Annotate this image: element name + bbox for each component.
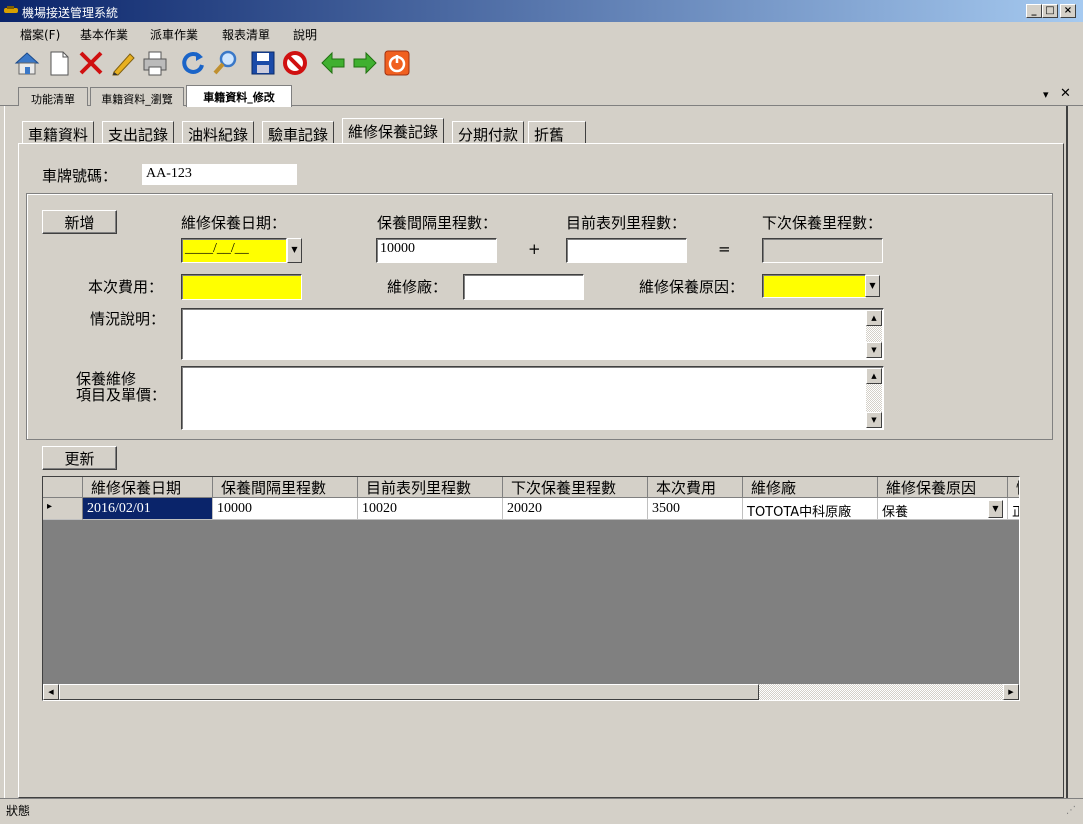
power-icon[interactable] — [382, 48, 412, 78]
save-icon[interactable] — [248, 48, 278, 78]
scroll-down-icon[interactable]: ▼ — [866, 412, 882, 428]
scroll-up-icon[interactable]: ▲ — [866, 368, 882, 384]
column-header[interactable]: 維修保養日期 — [83, 477, 213, 498]
next-mileage-label: 下次保養里程數： — [762, 214, 883, 232]
tab-expense-records[interactable]: 支出記錄 — [102, 121, 175, 144]
tab-function-list[interactable]: 功能清單 — [18, 87, 88, 106]
grid-horizontal-scrollbar[interactable]: ◀ ▶ — [43, 684, 1019, 700]
column-header[interactable]: 維修廠 — [743, 477, 878, 498]
menu-help[interactable]: 說明 — [293, 26, 317, 43]
close-tab-icon[interactable]: ✕ — [1060, 86, 1071, 101]
maintenance-grid: 維修保養日期 保養間隔里程數 目前表列里程數 下次保養里程數 本次費用 維修廠 … — [42, 476, 1020, 701]
table-cell[interactable]: 10000 — [213, 498, 358, 520]
scroll-thumb[interactable] — [59, 684, 759, 700]
close-button[interactable]: × — [1060, 4, 1076, 18]
description-textarea[interactable] — [181, 308, 884, 360]
column-header[interactable]: 目前表列里程數 — [358, 477, 503, 498]
edit-icon[interactable] — [108, 48, 138, 78]
tab-installments[interactable]: 分期付款 — [452, 121, 525, 144]
plus-sign: + — [528, 240, 541, 258]
menu-file[interactable]: 檔案(F) — [20, 26, 60, 43]
column-header[interactable]: 保養間隔里程數 — [213, 477, 358, 498]
items-scrollbar[interactable]: ▲ ▼ — [866, 368, 882, 428]
scroll-up-icon[interactable]: ▲ — [866, 310, 882, 326]
cell-dropdown-icon[interactable]: ▼ — [988, 500, 1003, 518]
table-cell[interactable]: 2016/02/01 — [83, 498, 213, 520]
tab-inspection-records[interactable]: 驗車記錄 — [262, 121, 335, 144]
resize-grip-icon[interactable]: ⋰ — [1066, 805, 1076, 816]
menu-dispatch[interactable]: 派車作業 — [150, 26, 198, 43]
description-scrollbar[interactable]: ▲ ▼ — [866, 310, 882, 358]
column-header[interactable]: 情 — [1008, 477, 1019, 498]
form-tab-strip: 功能清單 車籍資料_瀏覽 車籍資料_修改 ▾ ✕ — [0, 84, 1083, 107]
items-label-line2: 項目及單價： — [76, 386, 167, 404]
chevron-down-icon[interactable]: ▾ — [1043, 88, 1049, 101]
maximize-button[interactable]: □ — [1042, 4, 1058, 18]
shop-label: 維修廠： — [387, 278, 448, 296]
plate-value: AA-123 — [142, 164, 297, 185]
menu-reports[interactable]: 報表清單 — [222, 26, 270, 43]
app-icon — [4, 6, 18, 13]
current-row-indicator-icon: ▸ — [43, 498, 83, 520]
current-mileage-input[interactable] — [566, 238, 687, 263]
tab-vehicle-edit[interactable]: 車籍資料_修改 — [186, 85, 292, 107]
reason-select[interactable] — [762, 274, 866, 298]
column-header[interactable]: 本次費用 — [648, 477, 743, 498]
status-text: 狀態 — [6, 804, 31, 818]
date-label: 維修保養日期： — [181, 214, 287, 232]
equals-sign: = — [718, 240, 731, 258]
home-icon[interactable] — [12, 48, 42, 78]
window-title: 機場接送管理系統 — [22, 6, 119, 20]
back-icon[interactable] — [318, 48, 348, 78]
menu-bar: 檔案(F) 基本作業 派車作業 報表清單 說明 — [0, 22, 1083, 46]
cancel-icon[interactable] — [280, 48, 310, 78]
refresh-icon[interactable] — [178, 48, 208, 78]
new-document-icon[interactable] — [44, 48, 74, 78]
table-cell[interactable]: 正 — [1008, 498, 1019, 520]
title-bar: 機場接送管理系統 _ □ × — [0, 0, 1083, 22]
scroll-down-icon[interactable]: ▼ — [866, 342, 882, 358]
search-icon[interactable] — [210, 48, 240, 78]
minimize-button[interactable]: _ — [1026, 4, 1042, 18]
next-mileage-output — [762, 238, 883, 263]
add-button[interactable]: 新增 — [42, 210, 117, 234]
description-label: 情況說明： — [90, 310, 166, 328]
tab-fuel-records[interactable]: 油料紀錄 — [182, 121, 255, 144]
tab-vehicle-browse[interactable]: 車籍資料_瀏覽 — [90, 87, 184, 106]
table-cell[interactable]: 3500 — [648, 498, 743, 520]
column-header[interactable]: 維修保養原因 — [878, 477, 1008, 498]
cost-input[interactable] — [181, 274, 302, 300]
table-cell[interactable]: 10020 — [358, 498, 503, 520]
toolbar — [4, 46, 424, 80]
delete-icon[interactable] — [76, 48, 106, 78]
print-icon[interactable] — [140, 48, 170, 78]
reason-dropdown-icon[interactable]: ▼ — [865, 275, 880, 297]
tab-vehicle-info[interactable]: 車籍資料 — [22, 121, 95, 144]
column-header[interactable]: 下次保養里程數 — [503, 477, 648, 498]
scroll-left-icon[interactable]: ◀ — [43, 684, 59, 700]
items-textarea[interactable] — [181, 366, 884, 430]
status-bar: 狀態 ⋰ — [0, 798, 1083, 824]
interval-input[interactable]: 10000 — [376, 238, 497, 263]
tab-depreciation[interactable]: 折舊 — [528, 121, 586, 144]
table-cell[interactable]: 20020 — [503, 498, 648, 520]
scroll-right-icon[interactable]: ▶ — [1003, 684, 1019, 700]
date-dropdown-icon[interactable]: ▼ — [287, 238, 302, 263]
row-header-corner — [43, 477, 83, 498]
forward-icon[interactable] — [350, 48, 380, 78]
reason-label: 維修保養原因： — [639, 278, 745, 296]
current-mileage-label: 目前表列里程數： — [566, 214, 687, 232]
update-button[interactable]: 更新 — [42, 446, 117, 470]
table-cell[interactable]: TOTOTA中科原廠 — [743, 498, 878, 520]
tab-maintenance-records[interactable]: 維修保養記錄 — [342, 118, 445, 144]
plate-label: 車牌號碼： — [42, 167, 118, 185]
shop-input[interactable] — [463, 274, 584, 300]
menu-basic[interactable]: 基本作業 — [80, 26, 128, 43]
cost-label: 本次費用： — [88, 278, 164, 296]
date-input[interactable]: ____/__/__ — [181, 238, 287, 263]
interval-label: 保養間隔里程數： — [377, 214, 498, 232]
